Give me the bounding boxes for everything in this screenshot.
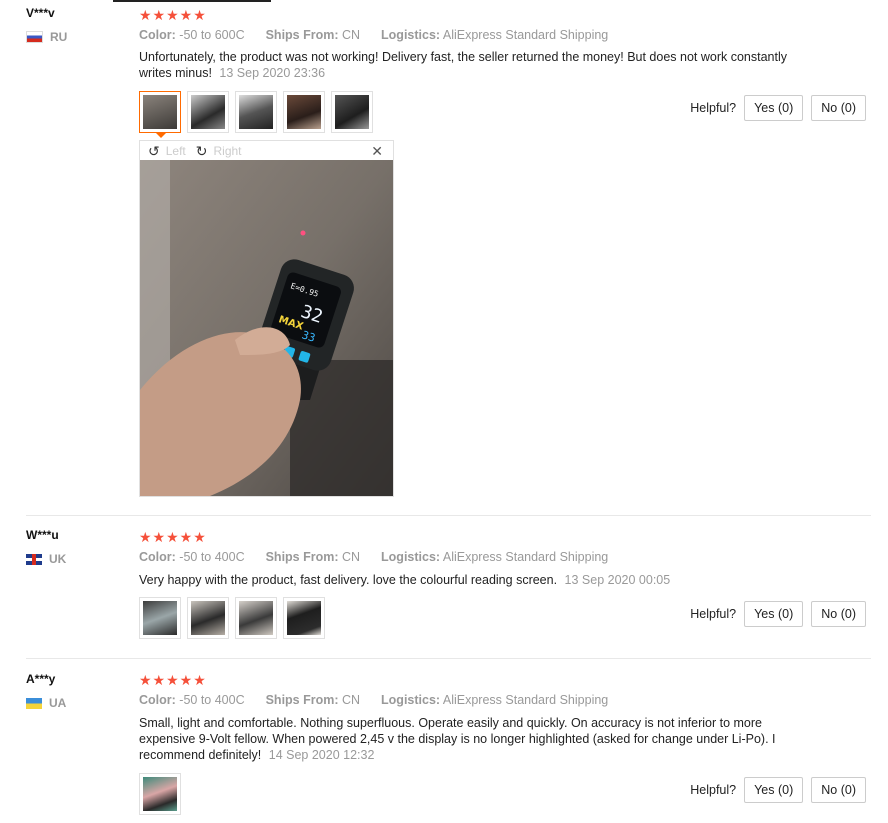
review-meta: Color: -50 to 600C Ships From: CN Logist…	[139, 28, 608, 42]
color-label: Color:	[139, 550, 176, 564]
country-code: UK	[49, 552, 67, 566]
viewer-toolbar: ↺ Left ↻ Right ✕	[140, 141, 393, 160]
photo-thumb-5[interactable]	[331, 91, 373, 133]
review-text: Small, light and comfortable. Nothing su…	[139, 715, 799, 763]
photo-thumb-3[interactable]	[235, 597, 277, 639]
review-body: Very happy with the product, fast delive…	[139, 573, 558, 587]
logistics-value: AliExpress Standard Shipping	[442, 550, 609, 564]
rotate-right-label: Right	[213, 143, 242, 158]
ships-value: CN	[342, 28, 361, 42]
review-photos	[139, 91, 373, 138]
top-divider	[113, 0, 271, 2]
helpful-label: Helpful?	[690, 607, 737, 621]
color-value: -50 to 400C	[179, 550, 245, 564]
logistics-label: Logistics:	[381, 550, 441, 564]
reviewer-name: V***v	[26, 6, 55, 20]
ships-label: Ships From:	[265, 550, 339, 564]
helpful-label: Helpful?	[690, 101, 737, 115]
review-text: Very happy with the product, fast delive…	[139, 572, 799, 588]
rotate-left-button[interactable]: ↺ Left	[148, 144, 186, 158]
color-label: Color:	[139, 693, 176, 707]
helpful-section: Helpful? Yes (0) No (0)	[690, 601, 866, 627]
reviewer-name: A***y	[26, 672, 56, 686]
viewer-photo: E=0.95 32 MAX 33	[140, 160, 393, 496]
star-rating: ★★★★★	[139, 529, 207, 545]
reviewer-country: UA	[26, 696, 66, 710]
logistics-label: Logistics:	[381, 693, 441, 707]
helpful-section: Helpful? Yes (0) No (0)	[690, 95, 866, 121]
rotate-right-button[interactable]: ↻ Right	[196, 144, 242, 158]
rotate-left-icon: ↺	[148, 142, 160, 159]
photo-thumb-4[interactable]	[283, 597, 325, 639]
review-text: Unfortunately, the product was not worki…	[139, 49, 799, 81]
helpful-yes-button[interactable]: Yes (0)	[744, 777, 804, 803]
flag-ua-icon	[26, 697, 42, 709]
helpful-no-button[interactable]: No (0)	[811, 777, 866, 803]
star-rating: ★★★★★	[139, 7, 207, 23]
photo-thumb-1[interactable]	[139, 773, 181, 815]
photo-viewer: ↺ Left ↻ Right ✕ E=0.95 32 MAX 33	[139, 140, 394, 497]
logistics-value: AliExpress Standard Shipping	[442, 28, 609, 42]
review-meta: Color: -50 to 400C Ships From: CN Logist…	[139, 693, 608, 707]
photo-thumb-2[interactable]	[187, 597, 229, 639]
color-value: -50 to 600C	[179, 28, 245, 42]
helpful-label: Helpful?	[690, 783, 737, 797]
review-photos	[139, 773, 181, 815]
rotate-right-icon: ↻	[195, 142, 208, 159]
flag-uk-icon	[26, 553, 42, 565]
review-date: 14 Sep 2020 12:32	[268, 748, 375, 762]
ships-value: CN	[342, 550, 361, 564]
helpful-section: Helpful? Yes (0) No (0)	[690, 777, 866, 803]
helpful-yes-button[interactable]: Yes (0)	[744, 95, 804, 121]
review-date: 13 Sep 2020 23:36	[219, 66, 326, 80]
reviewer-country: UK	[26, 552, 66, 566]
photo-thumb-3[interactable]	[235, 91, 277, 133]
photo-thumb-1[interactable]	[139, 597, 181, 639]
review-divider	[26, 658, 871, 659]
ships-label: Ships From:	[265, 28, 339, 42]
color-value: -50 to 400C	[179, 693, 245, 707]
review-meta: Color: -50 to 400C Ships From: CN Logist…	[139, 550, 608, 564]
helpful-no-button[interactable]: No (0)	[811, 95, 866, 121]
ships-value: CN	[342, 693, 361, 707]
review-photos	[139, 597, 325, 639]
review-date: 13 Sep 2020 00:05	[564, 573, 671, 587]
flag-ru-icon	[26, 31, 43, 43]
rotate-left-label: Left	[165, 143, 186, 158]
helpful-no-button[interactable]: No (0)	[811, 601, 866, 627]
photo-thumb-1[interactable]	[139, 91, 181, 138]
review-body: Small, light and comfortable. Nothing su…	[139, 716, 776, 762]
photo-thumb-4[interactable]	[283, 91, 325, 133]
thermometer-photo: E=0.95 32 MAX 33	[140, 160, 393, 496]
reviewer-country: RU	[26, 30, 67, 44]
country-code: RU	[50, 30, 68, 44]
color-label: Color:	[139, 28, 176, 42]
photo-thumb-2[interactable]	[187, 91, 229, 133]
logistics-value: AliExpress Standard Shipping	[442, 693, 609, 707]
reviewer-name: W***u	[26, 528, 59, 542]
star-rating: ★★★★★	[139, 672, 207, 688]
close-icon[interactable]: ✕	[371, 143, 383, 160]
review-divider	[26, 515, 871, 516]
country-code: UA	[49, 696, 67, 710]
helpful-yes-button[interactable]: Yes (0)	[744, 601, 804, 627]
ships-label: Ships From:	[265, 693, 339, 707]
logistics-label: Logistics:	[381, 28, 441, 42]
active-indicator	[156, 133, 166, 138]
